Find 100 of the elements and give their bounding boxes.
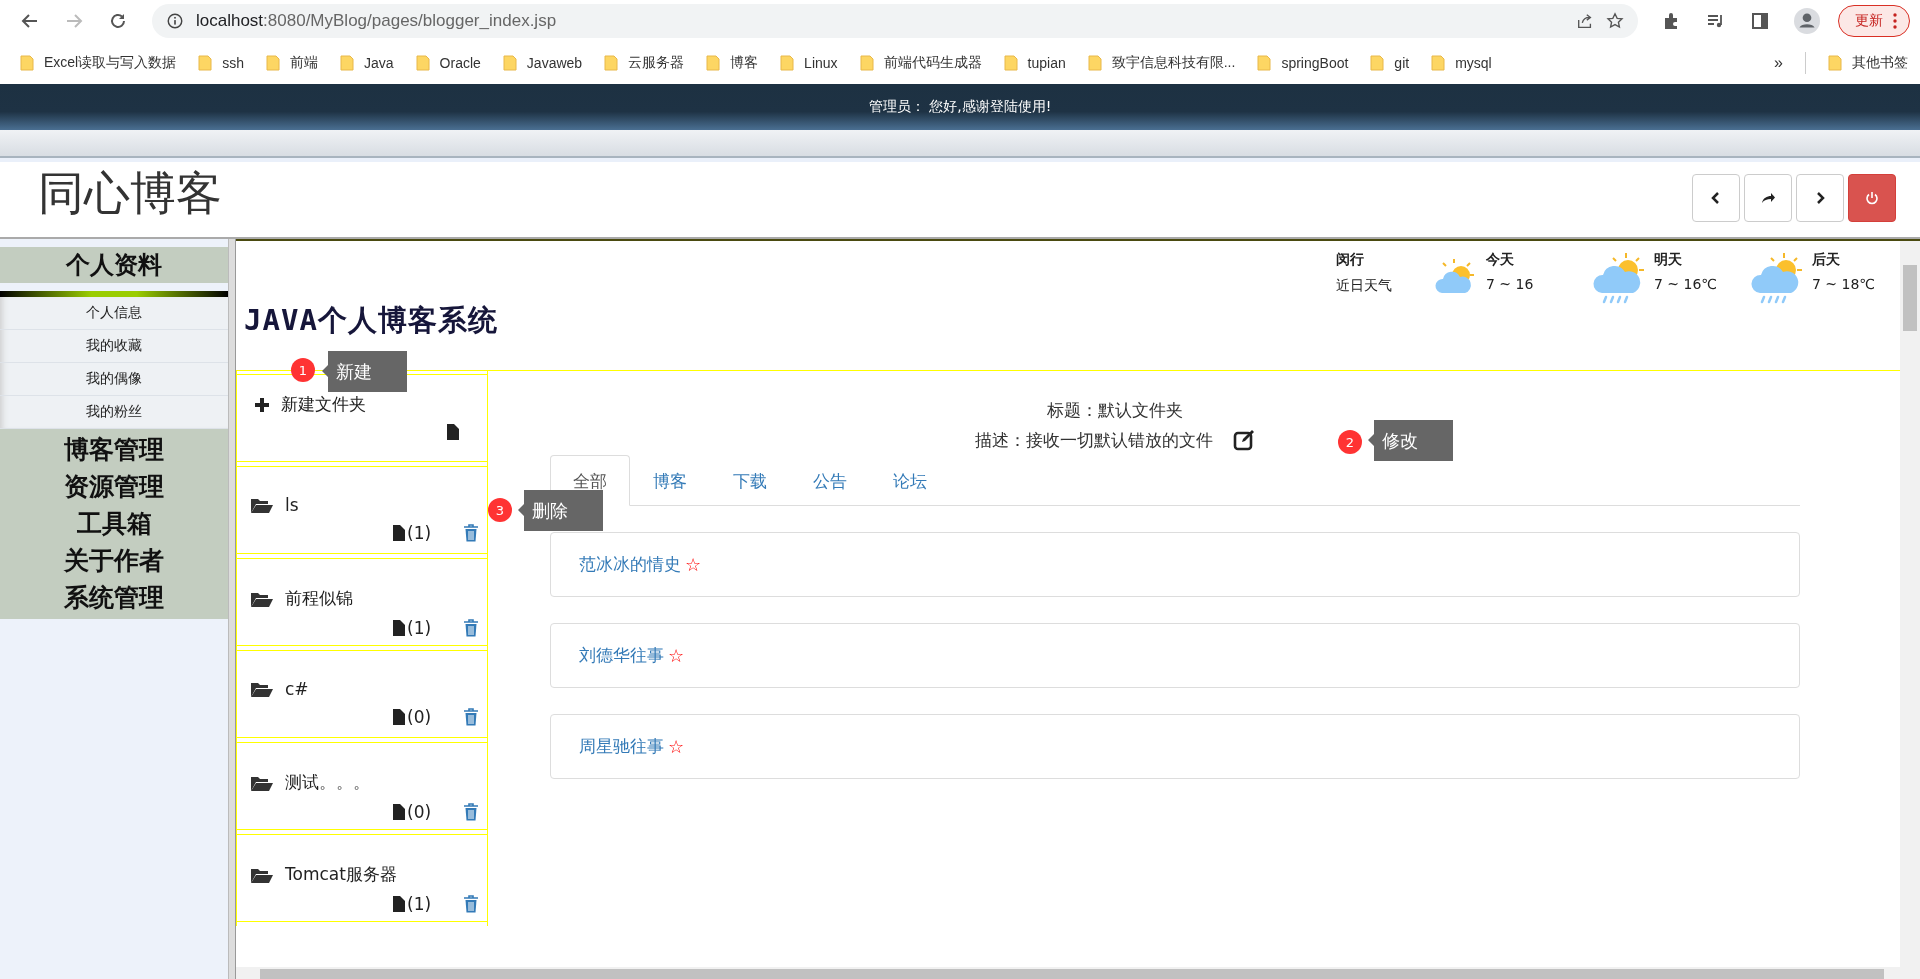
folder-name: c# [285, 679, 309, 699]
folder-name: 前程似锦 [285, 587, 353, 610]
folder-title: 标题：默认文件夹 [1047, 398, 1183, 422]
star-mark: ☆ [685, 554, 702, 575]
bookmark[interactable]: Java [340, 55, 394, 71]
bookmark[interactable]: Excel读取与写入数据 [20, 54, 177, 72]
file-count: (0) [407, 707, 433, 727]
weather-location: 闵行 [1336, 251, 1365, 269]
bookmark[interactable]: 云服务器 [604, 54, 685, 72]
sidebar-heading[interactable]: 工具箱 [0, 505, 228, 542]
temperature-range: 7 ~ 16 [1486, 276, 1534, 292]
reload-icon[interactable] [108, 11, 128, 31]
file-icon [447, 424, 459, 440]
file-count: (1) [407, 523, 433, 543]
system-title: JAVA个人博客系统 [244, 302, 499, 339]
bookmark[interactable]: ssh [198, 55, 245, 71]
day-label: 今天 [1486, 251, 1515, 269]
side-panel-icon[interactable] [1750, 11, 1770, 31]
folder-item[interactable]: c# (0) [237, 650, 487, 738]
info-icon[interactable] [166, 12, 184, 30]
tab[interactable]: 下载 [710, 455, 790, 506]
sidebar-heading[interactable]: 博客管理 [0, 431, 228, 468]
sidebar-heading[interactable]: 系统管理 [0, 579, 228, 616]
trash-icon[interactable] [463, 803, 479, 821]
sidebar-heading[interactable]: 个人资料 [0, 247, 228, 283]
trash-icon[interactable] [463, 619, 479, 637]
file-icon [393, 896, 405, 912]
folder-icon [706, 55, 721, 71]
trash-icon[interactable] [463, 895, 479, 913]
bookmark[interactable]: Javaweb [502, 55, 583, 71]
tooltip: 修改 [1368, 420, 1453, 461]
bookmark[interactable]: 前端 [266, 54, 319, 72]
url-text: localhost:8080/MyBlog/pages/blogger_index.jsp [196, 11, 557, 31]
folder-icon [502, 55, 517, 71]
bookmark[interactable]: springBoot [1257, 55, 1349, 71]
folder-item[interactable]: Tomcat服务器 (1) [237, 834, 487, 922]
folder-name: ls [285, 495, 299, 515]
vertical-scrollbar[interactable] [1900, 241, 1920, 967]
star-icon[interactable] [1606, 12, 1624, 30]
folder-icon [1003, 55, 1018, 71]
step-badge: 1 [291, 358, 315, 382]
plus-icon [255, 397, 269, 412]
star-mark: ☆ [668, 645, 685, 666]
bookmark[interactable]: git [1370, 55, 1410, 71]
post-link[interactable]: 刘德华往事 [579, 644, 664, 667]
folder-icon [859, 55, 874, 71]
file-icon [393, 804, 405, 820]
bookmark[interactable]: tupian [1003, 55, 1066, 71]
folder-label: 新建文件夹 [281, 393, 366, 416]
menu-icon[interactable] [1893, 13, 1897, 29]
file-count: (0) [407, 802, 433, 822]
temperature-range: 7 ~ 18℃ [1812, 276, 1876, 292]
post-link[interactable]: 范冰冰的情史 [579, 553, 681, 576]
folder-icon [198, 55, 213, 71]
site-title: 同心博客 [38, 164, 222, 222]
bookmark[interactable]: Oracle [415, 55, 481, 71]
folder-icon [1087, 55, 1102, 71]
tooltip: 删除 [518, 490, 603, 531]
tab[interactable]: 论坛 [870, 455, 950, 506]
post-link[interactable]: 周星驰往事 [579, 735, 664, 758]
folder-icon [266, 55, 281, 71]
folder-item[interactable]: 前程似锦 (1) [237, 558, 487, 646]
file-icon [393, 525, 405, 541]
tab[interactable]: 公告 [790, 455, 870, 506]
post-card[interactable]: 刘德华往事 ☆ [550, 623, 1800, 688]
post-card[interactable]: 周星驰往事 ☆ [550, 714, 1800, 779]
more-bookmarks[interactable]: » [1774, 54, 1783, 72]
tab[interactable]: 博客 [630, 455, 710, 506]
post-card[interactable]: 范冰冰的情史 ☆ [550, 532, 1800, 597]
bookmark[interactable]: 前端代码生成器 [859, 54, 982, 72]
folder-item[interactable]: ls (1) [237, 466, 487, 554]
sidebar-heading[interactable]: 资源管理 [0, 468, 228, 505]
profile-icon[interactable] [1794, 8, 1820, 34]
file-icon [393, 709, 405, 725]
folder-icon [251, 774, 273, 791]
power-button[interactable] [1848, 173, 1896, 222]
day-label: 后天 [1812, 251, 1841, 269]
weather-caption: 近日天气 [1336, 277, 1392, 295]
folder-icon [251, 866, 273, 883]
file-count: (1) [407, 894, 433, 914]
bookmark[interactable]: mysql [1431, 55, 1492, 71]
trash-icon[interactable] [463, 524, 479, 542]
horizontal-scrollbar[interactable] [236, 967, 1920, 979]
bookmark[interactable]: Linux [780, 55, 838, 71]
bookmark[interactable]: 致宇信息科技有限... [1087, 54, 1236, 72]
folder-icon [1431, 55, 1446, 71]
bookmark[interactable]: 其他书签 [1828, 54, 1908, 72]
welcome-text: 管理员： 您好,感谢登陆使用! [868, 98, 1052, 116]
edit-icon[interactable] [1233, 429, 1255, 451]
folder-item[interactable]: 测试。。。 (0) [237, 742, 487, 830]
folder-icon [251, 590, 273, 607]
trash-icon[interactable] [463, 708, 479, 726]
star-mark: ☆ [668, 736, 685, 757]
file-count: (1) [407, 618, 433, 638]
update-button[interactable]: 更新 [1838, 5, 1910, 37]
sidebar-heading[interactable]: 关于作者 [0, 542, 228, 579]
share-icon[interactable] [1576, 12, 1594, 30]
step-badge: 2 [1338, 430, 1362, 454]
address-bar[interactable]: localhost:8080/MyBlog/pages/blogger_index.jsp [152, 4, 1638, 38]
bookmark[interactable]: 博客 [706, 54, 759, 72]
